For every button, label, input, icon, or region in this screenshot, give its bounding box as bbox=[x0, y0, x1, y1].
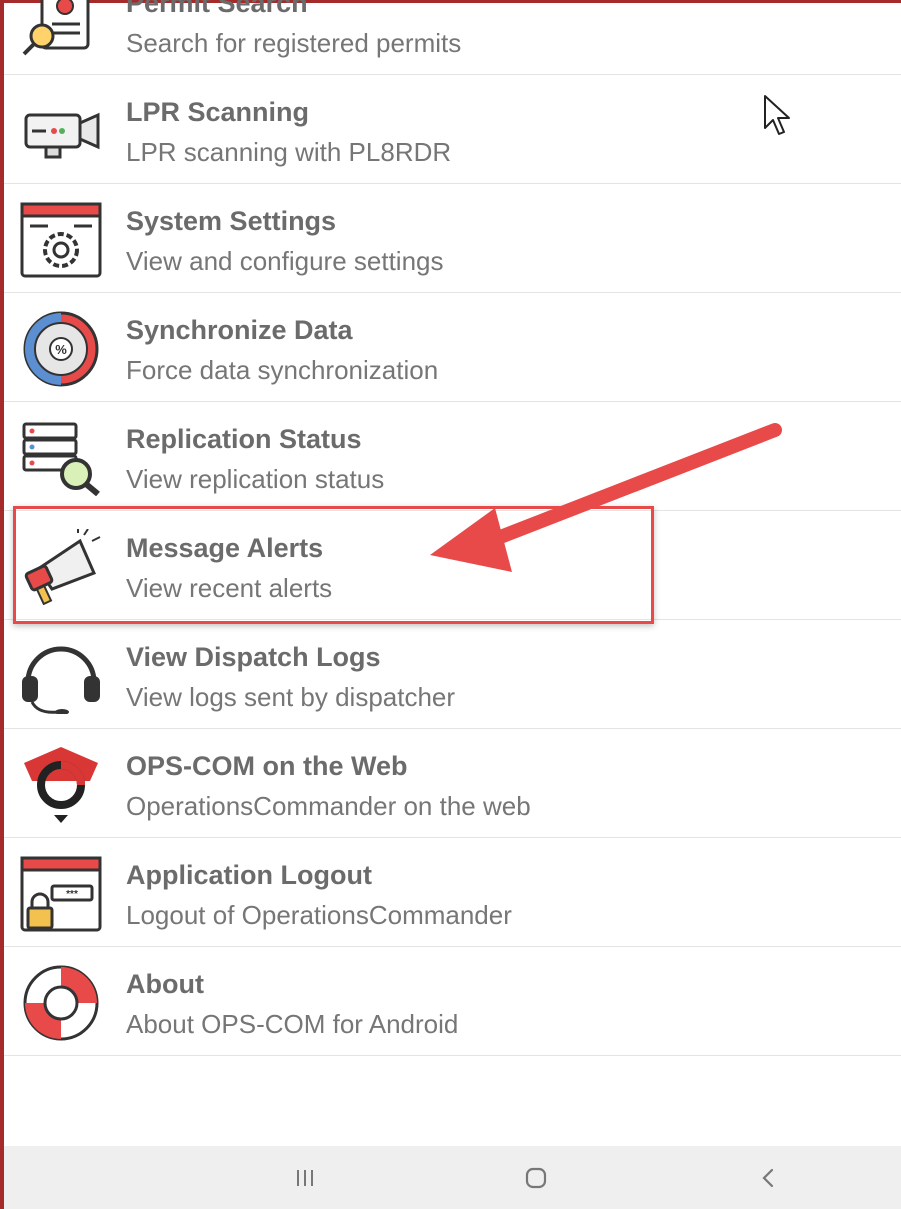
menu-item-title: View Dispatch Logs bbox=[126, 642, 381, 672]
menu-item-subtitle: About OPS-COM for Android bbox=[126, 1009, 459, 1039]
settings-gear-icon bbox=[20, 202, 102, 278]
menu-item-about[interactable]: About About OPS-COM for Android bbox=[4, 947, 901, 1056]
menu-item-title: Replication Status bbox=[126, 424, 362, 454]
menu-item-title: About bbox=[126, 969, 204, 999]
server-search-icon bbox=[22, 422, 100, 496]
opscom-logo-icon bbox=[24, 747, 98, 823]
menu-item-subtitle: Force data synchronization bbox=[126, 355, 439, 385]
svg-text:***: *** bbox=[66, 889, 78, 900]
home-icon[interactable] bbox=[516, 1162, 556, 1194]
menu-item-title: LPR Scanning bbox=[126, 97, 310, 127]
menu-item-title: Synchronize Data bbox=[126, 315, 353, 345]
menu-item-subtitle: LPR scanning with PL8RDR bbox=[126, 137, 452, 167]
svg-text:%: % bbox=[55, 342, 67, 357]
menu-item-system-settings[interactable]: System Settings View and configure setti… bbox=[4, 184, 901, 293]
menu-item-permit-search[interactable]: Permit Search Search for registered perm… bbox=[4, 0, 901, 75]
highlight-box bbox=[13, 506, 654, 624]
mouse-cursor-icon bbox=[764, 95, 790, 135]
menu-item-view-dispatch-logs[interactable]: View Dispatch Logs View logs sent by dis… bbox=[4, 620, 901, 729]
menu-item-title: Application Logout bbox=[126, 860, 372, 890]
menu-item-replication-status[interactable]: Replication Status View replication stat… bbox=[4, 402, 901, 511]
lifebuoy-icon bbox=[23, 965, 99, 1041]
headset-icon bbox=[22, 646, 100, 714]
logout-lock-icon: *** bbox=[20, 856, 102, 932]
back-icon[interactable] bbox=[748, 1162, 788, 1194]
recent-apps-icon[interactable] bbox=[285, 1162, 325, 1194]
android-nav-bar bbox=[4, 1146, 901, 1209]
menu-item-subtitle: Logout of OperationsCommander bbox=[126, 900, 512, 930]
menu-item-subtitle: View and configure settings bbox=[126, 246, 444, 276]
menu-item-subtitle: Search for registered permits bbox=[126, 28, 462, 58]
sync-gauge-icon: % bbox=[23, 311, 99, 387]
menu-item-application-logout[interactable]: *** Application Logout Logout of Operati… bbox=[4, 838, 901, 947]
menu-item-opscom-web[interactable]: OPS-COM on the Web OperationsCommander o… bbox=[4, 729, 901, 838]
menu-item-subtitle: OperationsCommander on the web bbox=[126, 791, 531, 821]
menu-item-title: Permit Search bbox=[126, 0, 308, 18]
menu-item-synchronize-data[interactable]: % Synchronize Data Force data synchroniz… bbox=[4, 293, 901, 402]
permit-search-icon bbox=[22, 0, 90, 56]
menu-item-title: System Settings bbox=[126, 206, 337, 236]
menu-item-subtitle: View replication status bbox=[126, 464, 385, 494]
menu-item-subtitle: View logs sent by dispatcher bbox=[126, 682, 456, 712]
menu-item-title: OPS-COM on the Web bbox=[126, 751, 408, 781]
camera-icon bbox=[24, 112, 100, 159]
